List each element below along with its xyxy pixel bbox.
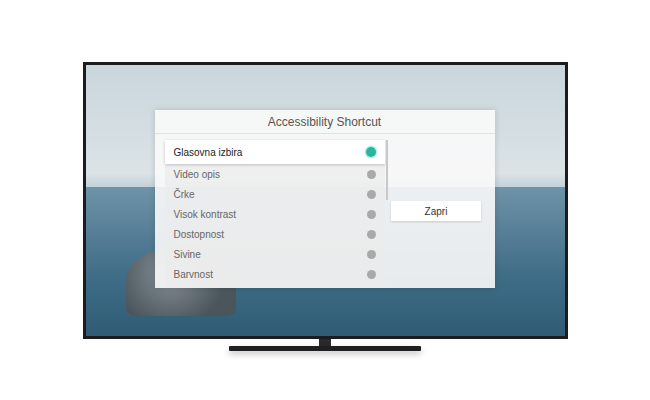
- option-label: Barvnost: [174, 269, 213, 280]
- option-item[interactable]: Video opis: [165, 164, 385, 184]
- tv-stand-neck: [319, 339, 331, 346]
- option-item[interactable]: Dostopnost: [165, 224, 385, 244]
- product-page: Accessibility Shortcut Glasovna izbira V…: [0, 0, 650, 400]
- radio-icon: [367, 210, 376, 219]
- option-label: Visok kontrast: [174, 209, 237, 220]
- tv: Accessibility Shortcut Glasovna izbira V…: [83, 62, 568, 339]
- option-item[interactable]: Črke: [165, 184, 385, 204]
- radio-icon: [367, 190, 376, 199]
- dialog-body: Glasovna izbira Video opis Črke Visok ko…: [155, 134, 495, 288]
- option-label: Črke: [174, 189, 195, 200]
- radio-icon: [367, 250, 376, 259]
- option-item[interactable]: Barvnost: [165, 264, 385, 284]
- radio-icon: [367, 230, 376, 239]
- option-label: Dostopnost: [174, 229, 225, 240]
- option-item[interactable]: Glasovna izbira: [165, 140, 385, 164]
- tv-screen: Accessibility Shortcut Glasovna izbira V…: [86, 65, 565, 336]
- dialog-header: Accessibility Shortcut: [155, 110, 495, 134]
- tv-stand-base: [229, 346, 421, 351]
- radio-icon: [367, 270, 376, 279]
- option-label: Video opis: [174, 169, 221, 180]
- option-label: Glasovna izbira: [174, 147, 243, 158]
- option-label: Sivine: [174, 249, 201, 260]
- dialog-title: Accessibility Shortcut: [268, 115, 381, 129]
- option-list: Glasovna izbira Video opis Črke Visok ko…: [165, 140, 385, 288]
- radio-icon: [367, 170, 376, 179]
- option-item[interactable]: Visok kontrast: [165, 204, 385, 224]
- radio-icon: [366, 147, 376, 157]
- scrollbar[interactable]: [386, 140, 388, 200]
- button-column: Zapri: [388, 140, 485, 288]
- close-button[interactable]: Zapri: [391, 201, 481, 221]
- accessibility-dialog: Accessibility Shortcut Glasovna izbira V…: [155, 110, 495, 288]
- option-item[interactable]: Sivine: [165, 244, 385, 264]
